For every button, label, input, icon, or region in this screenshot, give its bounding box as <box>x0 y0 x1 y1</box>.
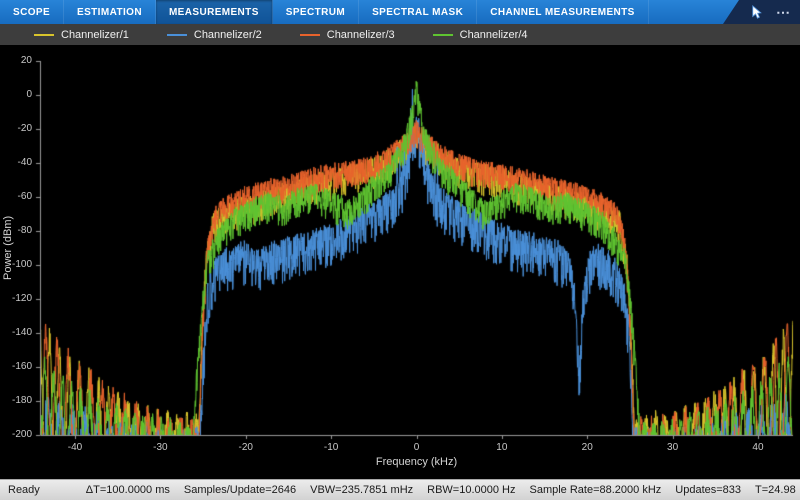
pointer-tool-button[interactable] <box>749 4 764 20</box>
status-delta-t: ΔT=100.0000 ms <box>85 484 170 496</box>
legend-swatch-2 <box>166 33 187 36</box>
spectrum-canvas[interactable] <box>0 45 800 479</box>
legend-item-channelizer-1[interactable]: Channelizer/1 <box>34 29 129 41</box>
tab-scope[interactable]: SCOPE <box>0 0 65 24</box>
cursor-icon <box>752 4 762 19</box>
spectrum-analyzer-window: SCOPE ESTIMATION MEASUREMENTS SPECTRUM S… <box>0 0 800 500</box>
spectrum-plot: Power (dBm) Frequency (kHz) 20 0 -20 -40 -60… <box>0 45 800 479</box>
legend-swatch-3 <box>299 33 320 36</box>
status-time: T=24.98 <box>755 484 796 496</box>
status-bar: Ready ΔT=100.0000 ms Samples/Update=2646… <box>0 479 800 500</box>
tab-estimation[interactable]: ESTIMATION <box>64 0 156 24</box>
status-updates: Updates=833 <box>675 484 742 496</box>
legend-label-3: Channelizer/3 <box>326 28 395 41</box>
tab-measurements[interactable]: MEASUREMENTS <box>155 0 273 24</box>
legend-label-4: Channelizer/4 <box>459 28 528 41</box>
toolstrip-right-tools: ⋯ <box>723 0 800 24</box>
status-sample-rate: Sample Rate=88.2000 kHz <box>529 484 662 496</box>
legend-item-channelizer-4[interactable]: Channelizer/4 <box>432 28 528 41</box>
legend-swatch-4 <box>432 33 453 36</box>
status-samples-per-update: Samples/Update=2646 <box>183 484 297 496</box>
legend-item-channelizer-3[interactable]: Channelizer/3 <box>299 28 395 41</box>
x-axis-label: Frequency (kHz) <box>375 456 458 468</box>
more-options-button[interactable]: ⋯ <box>776 0 790 24</box>
status-ready: Ready <box>8 484 40 496</box>
status-rbw: RBW=10.0000 Hz <box>427 484 516 496</box>
tab-spectral-mask[interactable]: SPECTRAL MASK <box>359 0 478 24</box>
legend-swatch-1 <box>34 33 54 36</box>
legend: Channelizer/1 Channelizer/2 Channelizer/… <box>0 24 800 45</box>
legend-item-channelizer-2[interactable]: Channelizer/2 <box>166 28 262 41</box>
legend-label-1: Channelizer/1 <box>61 28 129 41</box>
y-axis-label: Power (dBm) <box>2 215 14 281</box>
toolstrip-tabbar: SCOPE ESTIMATION MEASUREMENTS SPECTRUM S… <box>0 0 800 24</box>
status-vbw: VBW=235.7851 mHz <box>310 484 414 496</box>
tab-channel-measurements[interactable]: CHANNEL MEASUREMENTS <box>477 0 649 24</box>
legend-label-2: Channelizer/2 <box>193 28 262 41</box>
tab-spectrum[interactable]: SPECTRUM <box>273 0 360 24</box>
